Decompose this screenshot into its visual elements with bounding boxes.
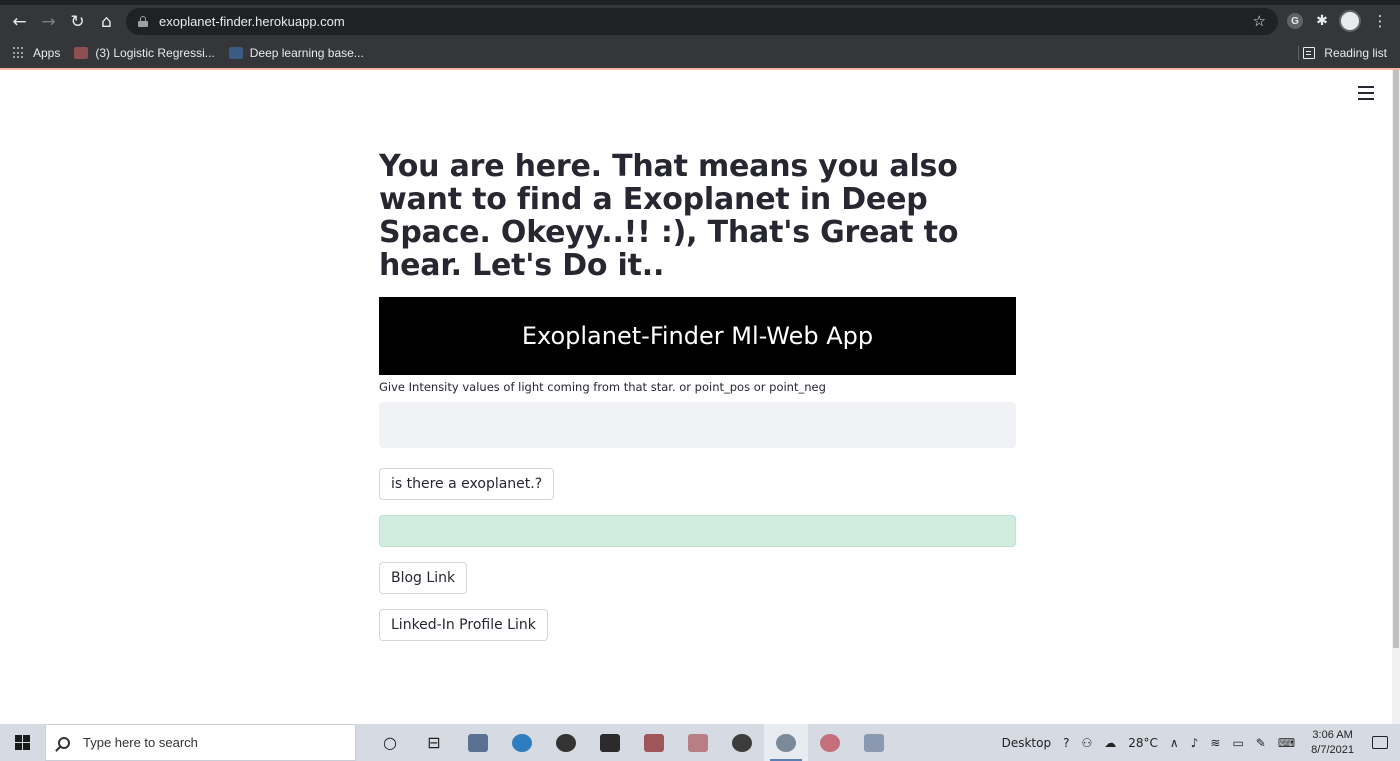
temperature-text[interactable]: 28°C xyxy=(1128,736,1158,750)
address-bar[interactable]: exoplanet-finder.herokuapp.com ☆ xyxy=(126,8,1278,35)
app-banner: Exoplanet-Finder Ml-Web App xyxy=(379,297,1016,375)
forward-icon[interactable]: → xyxy=(34,7,63,36)
browser-toolbar: ← → ↻ ⌂ exoplanet-finder.herokuapp.com ☆… xyxy=(0,5,1400,38)
volume-icon[interactable]: ♪ xyxy=(1191,736,1199,750)
search-icon xyxy=(58,736,70,749)
video-app-icon[interactable] xyxy=(676,724,720,761)
desktop-toolbar-label[interactable]: Desktop xyxy=(1002,736,1052,750)
battery-icon[interactable]: ▭ xyxy=(1232,736,1243,750)
grammarly-extension-icon[interactable]: G xyxy=(1284,10,1306,32)
people-icon[interactable]: ⚇ xyxy=(1081,736,1092,750)
clock-time: 3:06 AM xyxy=(1312,728,1353,741)
reading-list-icon xyxy=(1303,47,1316,59)
scrollbar-thumb[interactable] xyxy=(1393,70,1399,648)
predict-button[interactable]: is there a exoplanet.? xyxy=(379,468,555,500)
main-content: You are here. That means you also want t… xyxy=(379,150,1016,641)
blog-link-button[interactable]: Blog Link xyxy=(379,562,468,594)
url-text[interactable]: exoplanet-finder.herokuapp.com xyxy=(159,14,345,29)
bookmark-star-icon[interactable]: ☆ xyxy=(1253,12,1266,30)
page-top-border xyxy=(0,68,1400,70)
windows-logo-icon xyxy=(15,735,30,750)
bookmark-logistic-regression[interactable]: (3) Logistic Regressi... xyxy=(74,46,215,60)
lock-icon xyxy=(138,16,148,27)
mail-icon[interactable] xyxy=(456,724,500,761)
taskbar-search-placeholder: Type here to search xyxy=(83,735,198,750)
extensions-puzzle-icon[interactable]: ✱ xyxy=(1311,10,1333,32)
sync-app-icon[interactable] xyxy=(808,724,852,761)
start-button[interactable] xyxy=(0,724,45,761)
intensity-input-label: Give Intensity values of light coming fr… xyxy=(379,380,826,394)
home-icon[interactable]: ⌂ xyxy=(92,7,121,36)
bookmarks-bar: Apps (3) Logistic Regressi... Deep learn… xyxy=(0,38,1400,68)
clock-date: 8/7/2021 xyxy=(1311,743,1354,756)
apps-grid-icon xyxy=(13,47,25,59)
bookmark-label: (3) Logistic Regressi... xyxy=(95,46,215,60)
media-player-icon[interactable] xyxy=(544,724,588,761)
browser-chrome: ← → ↻ ⌂ exoplanet-finder.herokuapp.com ☆… xyxy=(0,0,1400,70)
bookmark-label: Apps xyxy=(33,46,61,60)
reading-list-label: Reading list xyxy=(1324,46,1387,60)
wifi-icon[interactable]: ≋ xyxy=(1210,736,1220,750)
help-icon[interactable]: ? xyxy=(1063,736,1069,750)
hamburger-menu-icon[interactable] xyxy=(1358,86,1374,100)
bookmarks-divider xyxy=(1298,46,1299,60)
app-icon-dark[interactable] xyxy=(720,724,764,761)
bookmark-apps[interactable]: Apps xyxy=(13,46,60,60)
store-icon[interactable] xyxy=(588,724,632,761)
reading-list-button[interactable]: Reading list xyxy=(1303,46,1387,60)
cortana-icon[interactable]: ○ xyxy=(368,724,412,761)
result-success-box xyxy=(379,515,1016,547)
notifications-icon[interactable] xyxy=(1372,736,1388,749)
page-scrollbar[interactable] xyxy=(1392,70,1400,724)
chrome-taskbar-icon[interactable] xyxy=(764,724,808,761)
app-icon-red[interactable] xyxy=(632,724,676,761)
page-headline: You are here. That means you also want t… xyxy=(379,149,959,283)
clock[interactable]: 3:06 AM 8/7/2021 xyxy=(1311,728,1354,758)
system-tray: Desktop ? ⚇ ☁ 28°C ∧ ♪ ≋ ▭ ✎ ⌨ 3:06 AM 8… xyxy=(996,724,1400,761)
profile-avatar[interactable] xyxy=(1339,10,1361,32)
linkedin-link-button[interactable]: Linked-In Profile Link xyxy=(379,609,548,641)
windows-taskbar: Type here to search ○ ⊟ Desktop ? ⚇ ☁ 28… xyxy=(0,724,1400,761)
bookmark-label: Deep learning base... xyxy=(249,46,364,60)
python-app-icon[interactable] xyxy=(852,724,896,761)
keyboard-icon[interactable]: ⌨ xyxy=(1278,736,1295,750)
bookmark-deep-learning[interactable]: Deep learning base... xyxy=(228,46,364,60)
browser-menu-icon[interactable]: ⋮ xyxy=(1369,10,1391,32)
taskbar-search-box[interactable]: Type here to search xyxy=(45,724,356,761)
favicon-icon xyxy=(228,47,243,59)
banner-title: Exoplanet-Finder Ml-Web App xyxy=(521,322,874,350)
task-view-icon[interactable]: ⊟ xyxy=(412,724,456,761)
intensity-input[interactable] xyxy=(379,402,1016,448)
pen-icon[interactable]: ✎ xyxy=(1256,736,1266,750)
weather-icon[interactable]: ☁ xyxy=(1104,736,1116,750)
tray-chevron-icon[interactable]: ∧ xyxy=(1170,736,1179,750)
edge-browser-icon[interactable] xyxy=(500,724,544,761)
back-icon[interactable]: ← xyxy=(5,7,34,36)
favicon-icon xyxy=(74,47,89,59)
reload-icon[interactable]: ↻ xyxy=(63,7,92,36)
